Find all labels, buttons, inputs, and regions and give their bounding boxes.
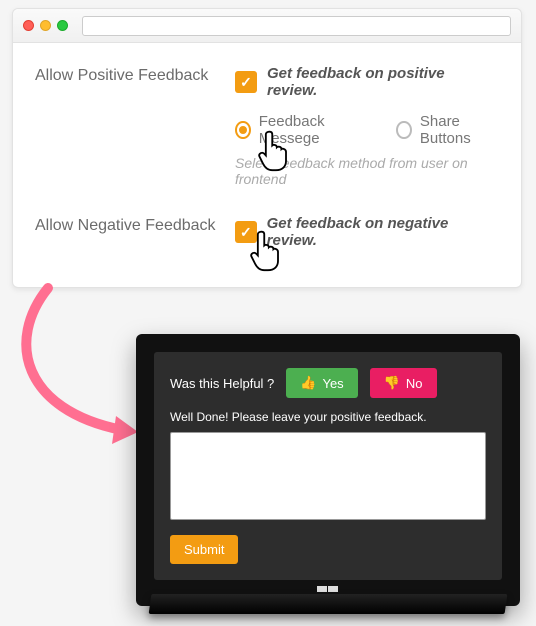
label-negative: Allow Negative Feedback <box>35 215 235 235</box>
helpful-question: Was this Helpful ? <box>170 376 274 391</box>
feedback-widget: Was this Helpful ? 👍 Yes 👎 No Well Done!… <box>154 352 502 580</box>
radio-item-message[interactable]: Feedback Messege <box>235 113 368 147</box>
radio-share[interactable] <box>396 121 412 139</box>
browser-titlebar <box>13 9 521 43</box>
submit-button[interactable]: Submit <box>170 535 238 564</box>
positive-controls: ✓ Get feedback on positive review. Feedb… <box>235 65 499 187</box>
radio-share-label: Share Buttons <box>420 113 499 147</box>
radio-message[interactable] <box>235 121 251 139</box>
yes-label: Yes <box>322 376 343 391</box>
positive-help-text: Select feedback method from user on fron… <box>235 155 499 187</box>
row-positive-feedback: Allow Positive Feedback ✓ Get feedback o… <box>35 65 499 187</box>
settings-panel: Allow Positive Feedback ✓ Get feedback o… <box>13 43 521 287</box>
thumbs-up-icon: 👍 <box>300 375 316 391</box>
minimize-icon[interactable] <box>40 20 51 31</box>
maximize-icon[interactable] <box>57 20 68 31</box>
yes-button[interactable]: 👍 Yes <box>286 368 357 398</box>
tablet-device: Was this Helpful ? 👍 Yes 👎 No Well Done!… <box>136 334 520 606</box>
close-icon[interactable] <box>23 20 34 31</box>
checkbox-negative[interactable]: ✓ <box>235 221 257 243</box>
checkbox-positive-text: Get feedback on positive review. <box>267 65 499 99</box>
radio-message-label: Feedback Messege <box>259 113 369 147</box>
row-negative-feedback: Allow Negative Feedback ✓ Get feedback o… <box>35 215 499 249</box>
no-button[interactable]: 👎 No <box>370 368 437 398</box>
tablet-stand <box>149 594 508 614</box>
feedback-prompt: Well Done! Please leave your positive fe… <box>170 410 486 424</box>
no-label: No <box>406 376 423 391</box>
radio-item-share[interactable]: Share Buttons <box>396 113 499 147</box>
feedback-textarea[interactable] <box>170 432 486 520</box>
arrow-icon <box>12 280 152 450</box>
label-positive: Allow Positive Feedback <box>35 65 235 85</box>
negative-controls: ✓ Get feedback on negative review. <box>235 215 499 249</box>
thumbs-down-icon: 👎 <box>384 375 400 391</box>
checkbox-positive[interactable]: ✓ <box>235 71 257 93</box>
url-bar[interactable] <box>82 16 511 36</box>
checkbox-negative-text: Get feedback on negative review. <box>267 215 499 249</box>
browser-window: Allow Positive Feedback ✓ Get feedback o… <box>12 8 522 288</box>
